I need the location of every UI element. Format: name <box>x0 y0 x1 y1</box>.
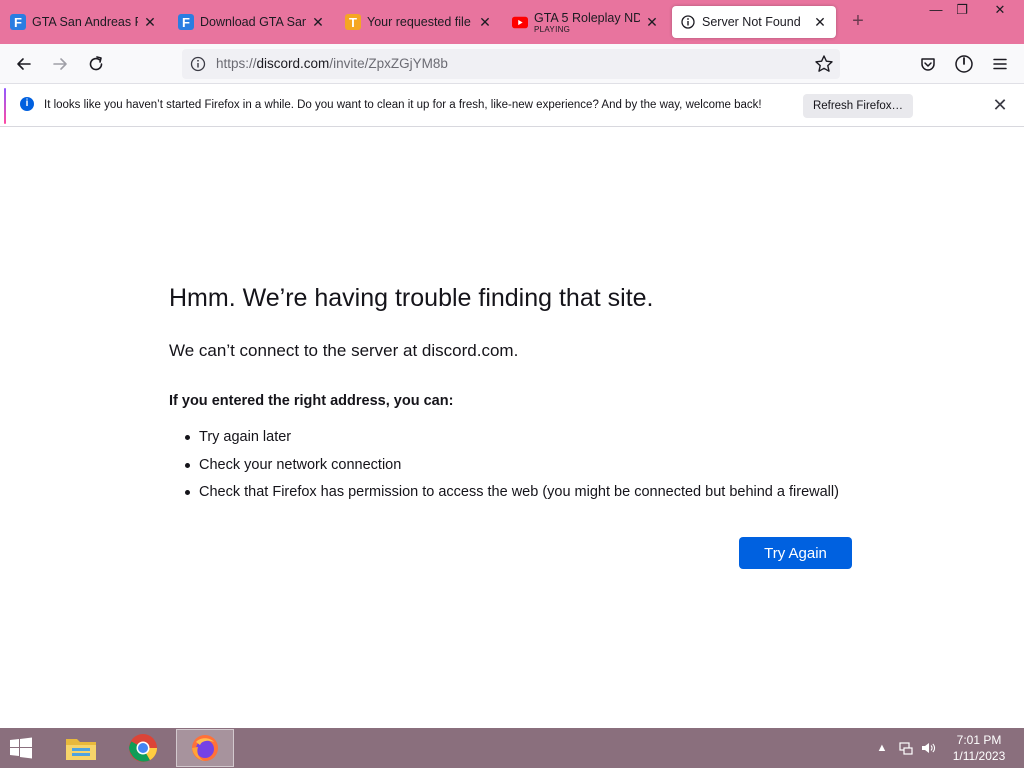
tab-title: Download GTA San A <box>200 15 306 29</box>
tab-title: GTA San Andreas Rel <box>32 15 138 29</box>
pocket-button[interactable] <box>916 52 940 76</box>
navigation-toolbar: https://discord.com/invite/ZpxZGjYM8b <box>0 44 1024 84</box>
url-text[interactable]: https://discord.com/invite/ZpxZGjYM8b <box>216 56 448 71</box>
error-suggestions-list: Try again later Check your network conne… <box>185 427 839 510</box>
hamburger-menu-icon <box>993 58 1007 70</box>
file-explorer-icon <box>66 739 96 760</box>
suggestion-item: Check your network connection <box>185 455 839 483</box>
notification-message: It looks like you haven’t started Firefo… <box>44 99 762 111</box>
back-arrow-icon <box>17 58 31 70</box>
tab-server-not-found[interactable]: Server Not Found ✕ <box>672 6 836 38</box>
tab-title: Server Not Found <box>702 15 801 29</box>
close-tab-icon[interactable]: ✕ <box>644 14 660 30</box>
error-page: Hmm. We’re having trouble finding that s… <box>0 128 1024 728</box>
close-tab-icon[interactable]: ✕ <box>310 14 326 30</box>
close-tab-icon[interactable]: ✕ <box>812 14 828 30</box>
window-close-button[interactable]: ✕ <box>986 2 1014 20</box>
tab-title: Your requested file w <box>367 15 473 29</box>
volume-icon[interactable] <box>920 740 936 756</box>
file-explorer-taskbar-button[interactable] <box>52 729 110 767</box>
tab-gta5-roleplay[interactable]: GTA 5 Roleplay ND C PLAYING ✕ <box>512 6 660 38</box>
tab-title: GTA 5 Roleplay ND C <box>534 10 640 25</box>
tab-strip: F GTA San Andreas Rel ✕ F Download GTA S… <box>0 0 1024 44</box>
error-short-description: We can’t connect to the server at discor… <box>169 341 519 360</box>
playing-label: PLAYING <box>534 24 571 34</box>
notification-accent <box>4 88 6 124</box>
refresh-firefox-notification: i It looks like you haven’t started Fire… <box>0 85 1024 127</box>
chrome-taskbar-button[interactable] <box>114 729 172 767</box>
tab-requested-file[interactable]: T Your requested file w ✕ <box>345 6 493 38</box>
close-notification-icon[interactable]: ✕ <box>990 96 1010 116</box>
menu-button[interactable] <box>988 52 1012 76</box>
minimize-button[interactable]: — <box>922 2 950 20</box>
error-title: Hmm. We’re having trouble finding that s… <box>169 284 654 312</box>
url-bar[interactable]: https://discord.com/invite/ZpxZGjYM8b <box>182 49 840 79</box>
tab-download-gta[interactable]: F Download GTA San A ✕ <box>178 6 326 38</box>
reload-button[interactable] <box>84 52 108 76</box>
t-site-favicon-icon: T <box>345 14 361 30</box>
tab-gta-san-andreas-rel[interactable]: F GTA San Andreas Rel ✕ <box>10 6 158 38</box>
new-tab-button[interactable]: + <box>848 11 868 32</box>
network-icon[interactable] <box>898 740 914 756</box>
reload-icon <box>89 56 103 71</box>
windows-logo-icon <box>10 737 32 759</box>
account-button[interactable] <box>952 52 976 76</box>
forward-button[interactable] <box>48 52 72 76</box>
info-icon: i <box>20 97 34 111</box>
clock-date: 1/11/2023 <box>952 749 1006 763</box>
start-button[interactable] <box>6 736 40 762</box>
chrome-icon <box>129 734 157 762</box>
clock-time: 7:01 PM <box>956 733 1002 747</box>
error-suggestions-heading: If you entered the right address, you ca… <box>169 393 454 409</box>
url-scheme: https:// <box>216 56 257 71</box>
info-icon <box>680 14 696 30</box>
site-info-icon[interactable] <box>190 56 206 72</box>
close-tab-icon[interactable]: ✕ <box>477 14 493 30</box>
pocket-icon <box>921 58 935 71</box>
close-tab-icon[interactable]: ✕ <box>142 14 158 30</box>
refresh-firefox-button[interactable]: Refresh Firefox… <box>803 94 913 118</box>
firefox-icon <box>192 735 218 761</box>
youtube-icon <box>512 14 528 30</box>
url-path: /invite/ZpxZGjYM8b <box>329 56 448 71</box>
url-host: discord.com <box>256 56 330 71</box>
windows-taskbar: ▲ 7:01 PM 1/11/2023 <box>0 728 1024 768</box>
bookmark-star-icon[interactable] <box>814 54 834 74</box>
back-button[interactable] <box>12 52 36 76</box>
f-site-favicon-icon: F <box>178 14 194 30</box>
suggestion-item: Try again later <box>185 427 839 455</box>
suggestion-item: Check that Firefox has permission to acc… <box>185 482 839 510</box>
firefox-taskbar-button[interactable] <box>176 729 234 767</box>
account-icon <box>955 55 973 73</box>
f-site-favicon-icon: F <box>10 14 26 30</box>
try-again-button[interactable]: Try Again <box>739 537 852 569</box>
taskbar-clock[interactable]: 7:01 PM 1/11/2023 <box>946 732 1012 764</box>
show-hidden-icons-icon[interactable]: ▲ <box>874 740 890 756</box>
forward-arrow-icon <box>53 58 67 70</box>
restore-button[interactable]: ❐ <box>948 2 976 20</box>
